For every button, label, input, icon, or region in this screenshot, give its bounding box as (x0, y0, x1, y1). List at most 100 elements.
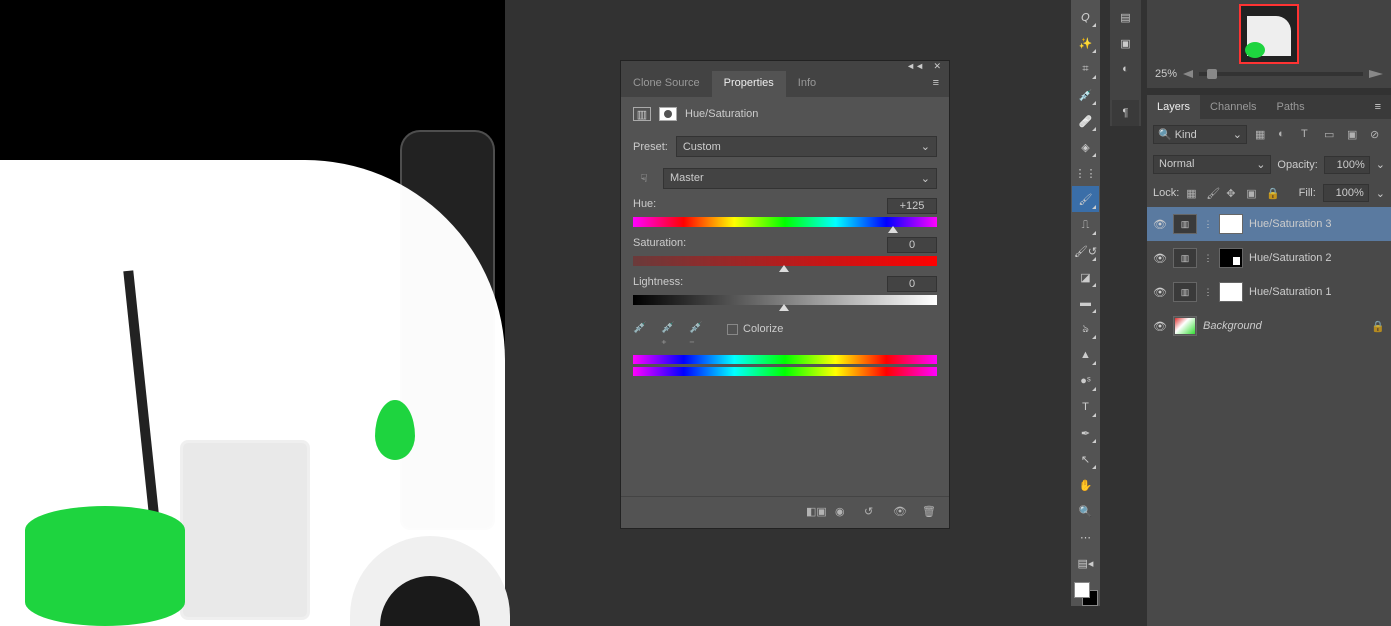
zoom-out-icon[interactable] (1183, 70, 1193, 78)
layer-name[interactable]: Hue/Saturation 3 (1249, 218, 1385, 230)
tab-channels[interactable]: Channels (1200, 95, 1266, 119)
layers-menu-icon[interactable]: ≡ (1365, 95, 1391, 119)
navigator-thumbnail[interactable] (1239, 4, 1299, 64)
hue-slider-thumb[interactable] (888, 226, 898, 233)
delete-adjustment-icon[interactable]: 🗑 (922, 505, 937, 520)
path-select-tool[interactable]: ↖ (1072, 446, 1099, 472)
layer-name[interactable]: Hue/Saturation 2 (1249, 252, 1385, 264)
lock-all-icon[interactable]: 🔒 (1266, 187, 1279, 200)
brush-tool[interactable]: 🖌 (1072, 186, 1099, 212)
foreground-color-swatch[interactable] (1074, 582, 1090, 598)
saturation-input[interactable]: 0 (887, 237, 937, 253)
clone-stamp-tool[interactable]: ⎍ (1072, 212, 1099, 238)
more-tools-icon[interactable]: ⋯ (1072, 524, 1099, 550)
healing-brush-tool[interactable]: 🩹 (1072, 108, 1099, 134)
lightness-slider[interactable] (633, 295, 937, 305)
reset-icon[interactable]: ↺ (864, 505, 879, 520)
gradient-tool[interactable]: ▬ (1072, 290, 1099, 316)
eyedropper-subtract-icon[interactable]: 💉₋ (689, 321, 705, 337)
opacity-input[interactable]: 100% (1324, 156, 1370, 174)
view-previous-icon[interactable]: ◉ (835, 505, 850, 520)
lock-pixels-icon[interactable]: 🖌 (1206, 187, 1219, 200)
magic-wand-tool[interactable]: ✨ (1072, 30, 1099, 56)
clip-to-layer-icon[interactable]: ◧▣ (806, 505, 821, 520)
filter-pixel-icon[interactable]: ▦ (1255, 128, 1270, 142)
layer-adjustment-thumb[interactable]: ▥ (1173, 214, 1197, 234)
lock-position-icon[interactable]: ✥ (1226, 187, 1239, 200)
zoom-slider[interactable] (1199, 72, 1363, 76)
zoom-value[interactable]: 25% (1155, 68, 1177, 80)
hand-tool[interactable]: ✋ (1072, 472, 1099, 498)
layer-filter-dropdown[interactable]: 🔍 Kind ⌄ (1153, 125, 1247, 144)
link-mask-icon[interactable]: ⋮ (1203, 219, 1213, 230)
filter-shape-icon[interactable]: ▭ (1324, 128, 1339, 142)
lock-artboard-icon[interactable]: ▣ (1246, 187, 1259, 200)
filter-toggle-icon[interactable]: ⊘ (1370, 128, 1385, 142)
sponge-tool[interactable]: ●ˢ (1072, 368, 1099, 394)
edit-toolbar-icon[interactable]: ▤◂ (1072, 550, 1099, 576)
layer-adjustment-thumb[interactable]: ▥ (1173, 282, 1197, 302)
mask-icon[interactable] (659, 107, 677, 121)
dock-paragraph-icon[interactable]: ¶ (1112, 100, 1139, 126)
link-mask-icon[interactable]: ⋮ (1203, 287, 1213, 298)
eraser-tool[interactable]: ◪ (1072, 264, 1099, 290)
visibility-toggle-icon[interactable]: 👁 (1153, 286, 1167, 299)
fill-input[interactable]: 100% (1323, 184, 1369, 202)
dock-actions-icon[interactable]: ▣ (1112, 30, 1139, 56)
saturation-slider-thumb[interactable] (779, 265, 789, 272)
layer-thumb[interactable] (1173, 316, 1197, 336)
eyedropper-tool[interactable]: 💉 (1072, 82, 1099, 108)
panel-menu-icon[interactable]: ≡ (923, 71, 949, 97)
lightness-slider-thumb[interactable] (779, 304, 789, 311)
eyedropper-icon[interactable]: 💉 (633, 321, 649, 337)
visibility-toggle-icon[interactable]: 👁 (1153, 320, 1167, 333)
zoom-slider-thumb[interactable] (1207, 69, 1217, 79)
visibility-toggle-icon[interactable]: 👁 (1153, 218, 1167, 231)
tab-clone-source[interactable]: Clone Source (621, 71, 712, 97)
document-canvas[interactable] (0, 0, 505, 626)
patch-tool[interactable]: ◈ (1072, 134, 1099, 160)
saturation-slider[interactable] (633, 256, 937, 266)
chevron-down-icon[interactable]: ⌄ (1376, 158, 1385, 171)
adjustment-icon[interactable]: ▥ (633, 107, 651, 121)
tab-paths[interactable]: Paths (1267, 95, 1315, 119)
colorize-checkbox[interactable] (727, 324, 738, 335)
layer-mask-thumb[interactable] (1219, 214, 1243, 234)
eyedropper-add-icon[interactable]: 💉₊ (661, 321, 677, 337)
filter-smart-icon[interactable]: ▣ (1347, 128, 1362, 142)
layer-name[interactable]: Background (1203, 320, 1365, 332)
filter-type-icon[interactable]: T (1301, 128, 1316, 142)
tab-properties[interactable]: Properties (712, 71, 786, 97)
layer-row[interactable]: 👁 Background 🔒 (1147, 309, 1391, 343)
lasso-tool[interactable]: 𝘘 (1072, 4, 1099, 30)
zoom-in-icon[interactable] (1369, 70, 1383, 78)
chevron-down-icon[interactable]: ⌄ (1376, 187, 1385, 200)
lock-icon[interactable]: 🔒 (1371, 320, 1385, 333)
layer-row[interactable]: 👁 ▥ ⋮ Hue/Saturation 3 (1147, 207, 1391, 241)
filter-adjust-icon[interactable]: ◐ (1278, 128, 1293, 142)
channel-dropdown[interactable]: Master ⌄ (663, 168, 937, 189)
hue-slider[interactable] (633, 217, 937, 227)
hue-input[interactable]: +125 (887, 198, 937, 214)
smudge-tool[interactable]: ঌ (1072, 316, 1099, 342)
dock-history-icon[interactable]: ▤ (1112, 4, 1139, 30)
toggle-visibility-icon[interactable]: 👁 (893, 505, 908, 520)
blend-mode-dropdown[interactable]: Normal ⌄ (1153, 155, 1271, 174)
lightness-input[interactable]: 0 (887, 276, 937, 292)
history-brush-tool[interactable]: 🖌↺ (1072, 238, 1099, 264)
color-swatches[interactable] (1074, 582, 1098, 606)
tab-info[interactable]: Info (786, 71, 828, 97)
zoom-tool[interactable]: 🔍 (1072, 498, 1099, 524)
lock-transparency-icon[interactable]: ▦ (1186, 187, 1199, 200)
layer-adjustment-thumb[interactable]: ▥ (1173, 248, 1197, 268)
panel-close-icon[interactable]: ✕ (933, 61, 941, 72)
visibility-toggle-icon[interactable]: 👁 (1153, 252, 1167, 265)
panel-collapse-icon[interactable]: ◄◄ (906, 61, 924, 71)
layer-mask-thumb[interactable] (1219, 248, 1243, 268)
dodge-tool[interactable]: ▲ (1072, 342, 1099, 368)
preset-dropdown[interactable]: Custom ⌄ (676, 136, 937, 157)
layer-name[interactable]: Hue/Saturation 1 (1249, 286, 1385, 298)
crop-tool[interactable]: ⌗ (1072, 56, 1099, 82)
dock-adjustments-icon[interactable]: ◐ (1112, 56, 1139, 82)
layer-row[interactable]: 👁 ▥ ⋮ Hue/Saturation 2 (1147, 241, 1391, 275)
